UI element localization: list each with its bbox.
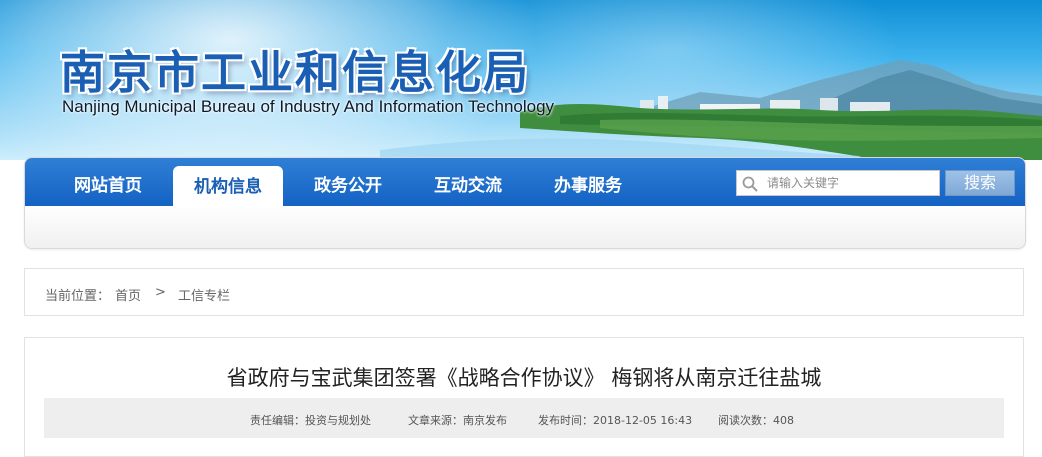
article-meta: 责任编辑：投资与规划处 文章来源：南京发布 发布时间：2018-12-05 16… [44, 398, 1004, 438]
article-source: 文章来源：南京发布 [408, 414, 507, 427]
nav-bar: 网站首页 机构信息 政务公开 互动交流 办事服务 搜索 [25, 158, 1025, 206]
article-view-count: 阅读次数：408 [718, 414, 794, 427]
nav-item-organization[interactable]: 机构信息 [173, 166, 283, 206]
breadcrumb: 当前位置： 首页 > 工信专栏 [24, 268, 1024, 316]
breadcrumb-home-link[interactable]: 首页 [115, 285, 141, 304]
search-input[interactable] [767, 174, 935, 192]
article-panel: 省政府与宝武集团签署《战略合作协议》 梅钢将从南京迁往盐城 责任编辑：投资与规划… [24, 337, 1024, 457]
breadcrumb-separator: > [155, 285, 166, 300]
search-button[interactable]: 搜索 [945, 170, 1015, 196]
nav-item-government-affairs[interactable]: 政务公开 [293, 158, 403, 206]
breadcrumb-prefix: 当前位置： [45, 289, 111, 304]
article-title: 省政府与宝武集团签署《战略合作协议》 梅钢将从南京迁往盐城 [226, 366, 822, 390]
nav-item-services[interactable]: 办事服务 [533, 158, 643, 206]
breadcrumb-current[interactable]: 工信专栏 [178, 285, 230, 304]
site-title: 南京市工业和信息化局 [60, 46, 531, 99]
article-publish-time: 发布时间：2018-12-05 16:43 [538, 414, 693, 427]
article-editor: 责任编辑：投资与规划处 [250, 414, 371, 427]
search-icon [742, 176, 758, 192]
nav-item-interaction[interactable]: 互动交流 [413, 158, 523, 206]
main-navigation: 网站首页 机构信息 政务公开 互动交流 办事服务 搜索 [24, 157, 1026, 249]
site-subtitle: Nanjing Municipal Bureau of Industry And… [62, 97, 555, 116]
nav-item-home[interactable]: 网站首页 [53, 158, 163, 206]
search-box [736, 170, 940, 196]
header-banner: 南京市工业和信息化局 Nanjing Municipal Bureau of I… [0, 0, 1042, 160]
sub-navigation-bar [25, 206, 1025, 248]
